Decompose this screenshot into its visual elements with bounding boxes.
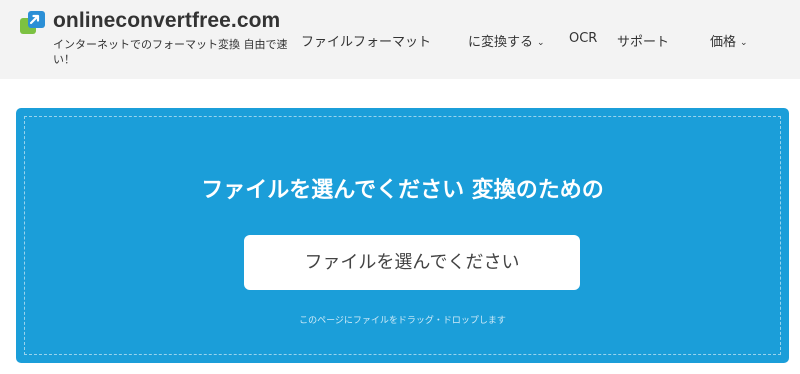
nav-support-label: サポート (617, 35, 670, 50)
site-tagline: インターネットでのフォーマット変換 自由で速い！ (53, 38, 288, 66)
site-header: onlineconvertfree.com インターネットでのフォーマット変換 … (0, 0, 800, 79)
choose-file-button[interactable]: ファイルを選んでください (244, 235, 580, 290)
converter-title: ファイルを選んでください 変換のための (201, 178, 604, 203)
site-logo-text[interactable]: onlineconvertfree.com (53, 9, 280, 33)
nav-file-formats-label: ファイルフォーマット (301, 35, 432, 50)
converter-panel: ファイルを選んでください 変換のための ファイルを選んでください このページにフ… (16, 108, 789, 363)
nav-support[interactable]: サポート (617, 31, 669, 50)
nav-convert-to[interactable]: に変換する ⌄ (468, 31, 545, 50)
nav-pricing-label: 価格 (710, 35, 737, 50)
chevron-down-icon: ⌄ (537, 38, 545, 48)
nav-ocr-label: OCR (569, 31, 598, 46)
arrow-swap-icon[interactable] (20, 10, 46, 36)
nav-ocr[interactable]: OCR (569, 31, 597, 46)
nav-pricing[interactable]: 価格 ⌄ (710, 31, 748, 50)
file-drop-zone[interactable]: ファイルを選んでください 変換のための ファイルを選んでください このページにフ… (24, 116, 781, 355)
chevron-down-icon: ⌄ (740, 38, 748, 48)
nav-convert-to-label: に変換する (468, 35, 534, 50)
nav-file-formats[interactable]: ファイルフォーマット (301, 31, 431, 50)
drop-hint-text: このページにファイルをドラッグ・ドロップします (299, 316, 506, 326)
